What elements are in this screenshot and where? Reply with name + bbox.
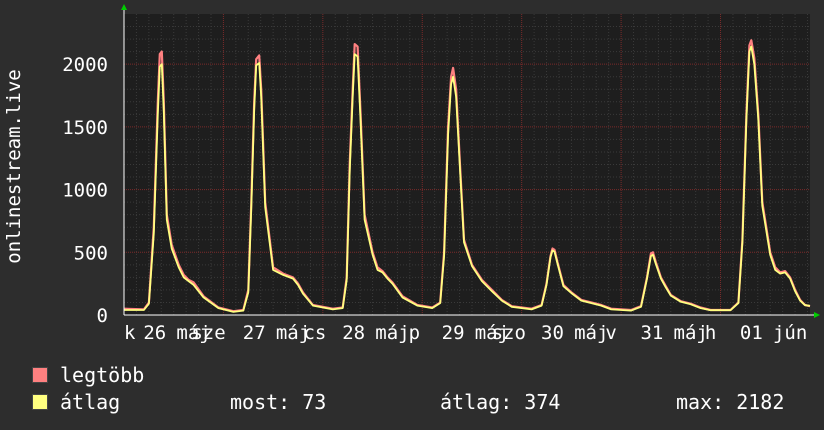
legend-label-atlag: átlag	[60, 390, 121, 414]
x-tick-label: k	[124, 322, 136, 344]
x-tick-label: 29	[442, 322, 465, 344]
stat-maximum: max: 2182	[676, 390, 785, 414]
x-tick-labels: k 26 májsze 27 májcs 28 májp 29 májszo 30 májv 31 má…	[124, 322, 807, 344]
x-tick-label: p	[409, 322, 420, 344]
legend-item-atlag: átlag	[32, 391, 120, 413]
y-tick-label: 2000	[62, 54, 108, 76]
x-tick-label: h	[705, 322, 716, 344]
stat-average: átlag: 374	[440, 390, 561, 414]
x-tick-label: v	[605, 322, 616, 344]
x-tick-label: jún	[773, 322, 807, 344]
x-tick-label: máj	[674, 322, 708, 344]
x-tick-label: 26	[143, 322, 166, 344]
x-axis-arrow	[814, 312, 820, 318]
y-tick-label: 500	[74, 242, 108, 264]
x-tick-label: szo	[492, 322, 526, 344]
y-axis-label: onlinestream.live	[3, 69, 25, 263]
y-axis-arrow	[121, 4, 127, 10]
y-tick-label: 1500	[62, 117, 108, 139]
legend-label-legtobb: legtöbb	[60, 363, 145, 387]
y-tick-label: 0	[97, 305, 108, 327]
x-tick-label: 01	[740, 322, 763, 344]
x-tick-label: 27	[243, 322, 266, 344]
legend-item-legtobb: legtöbb	[32, 364, 144, 386]
y-tick-labels: 0 500 1000 1500 2000	[62, 54, 108, 327]
chart-panel: 0 500 1000 1500 2000 k 26 máj sze 27 máj cs 28 máj p 2…	[0, 0, 824, 430]
legend-swatch-atlag	[32, 394, 48, 410]
legend-swatch-legtobb	[32, 367, 48, 383]
line-chart: 0500100015002000 k 26 májsze 27 májcs 28 májp 2…	[3, 4, 820, 344]
x-tick-label: 28	[342, 322, 365, 344]
x-tick-label: 31	[640, 322, 663, 344]
x-tick-label: 30	[541, 322, 564, 344]
x-tick-label: cs	[303, 322, 326, 344]
stat-current: most: 73	[230, 390, 327, 414]
x-tick-label: máj	[375, 322, 409, 344]
y-tick-label: 1000	[62, 180, 108, 202]
x-tick-label: sze	[191, 322, 225, 344]
x-tick-label: máj	[574, 322, 608, 344]
